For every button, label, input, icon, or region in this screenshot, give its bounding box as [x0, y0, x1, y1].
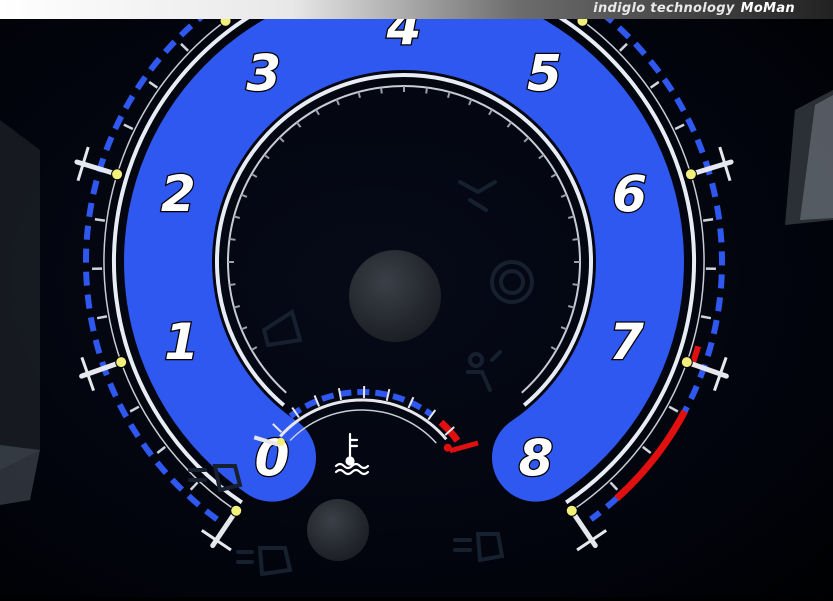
- header-banner: indiglo technology MoMan: [0, 0, 833, 19]
- inner-tick: [230, 239, 236, 240]
- numeral-3: 3: [246, 44, 281, 102]
- inner-tick: [381, 88, 382, 94]
- temp-marker-hot: [444, 444, 452, 452]
- inner-tick: [230, 284, 236, 285]
- numeral-1: 1: [164, 313, 199, 371]
- numeral-7: 7: [609, 313, 644, 371]
- minor-tick: [97, 316, 107, 318]
- banner-title: indiglo technology MoMan: [593, 1, 795, 16]
- tick-marker: [231, 505, 242, 516]
- minor-tick: [703, 219, 713, 220]
- tick-marker: [220, 19, 231, 26]
- tick-marker: [566, 505, 577, 516]
- temp-marker-cold: [277, 438, 285, 446]
- left-bezel: [0, 120, 40, 470]
- banner-tagline: indiglo technology: [593, 1, 734, 16]
- tachometer-gauge: 012345678: [0, 19, 833, 597]
- tick-marker: [112, 169, 123, 180]
- inner-tick: [573, 284, 579, 285]
- tick-marker: [116, 357, 127, 368]
- inner-tick: [426, 88, 427, 94]
- numeral-2: 2: [161, 165, 196, 223]
- needle-hub: [349, 250, 441, 342]
- inner-tick: [573, 239, 579, 240]
- gauge-photo: 012345678: [0, 19, 833, 597]
- tick-marker: [681, 357, 692, 368]
- numeral-8: 8: [519, 430, 554, 488]
- banner-brand: MoMan: [741, 1, 795, 16]
- tick-marker: [685, 169, 696, 180]
- minor-tick: [95, 219, 105, 220]
- numeral-5: 5: [527, 44, 562, 102]
- minor-tick: [701, 316, 711, 318]
- lower-hub: [307, 499, 369, 561]
- numeral-6: 6: [612, 165, 647, 223]
- tick-marker: [577, 19, 588, 26]
- numeral-4: 4: [386, 19, 422, 56]
